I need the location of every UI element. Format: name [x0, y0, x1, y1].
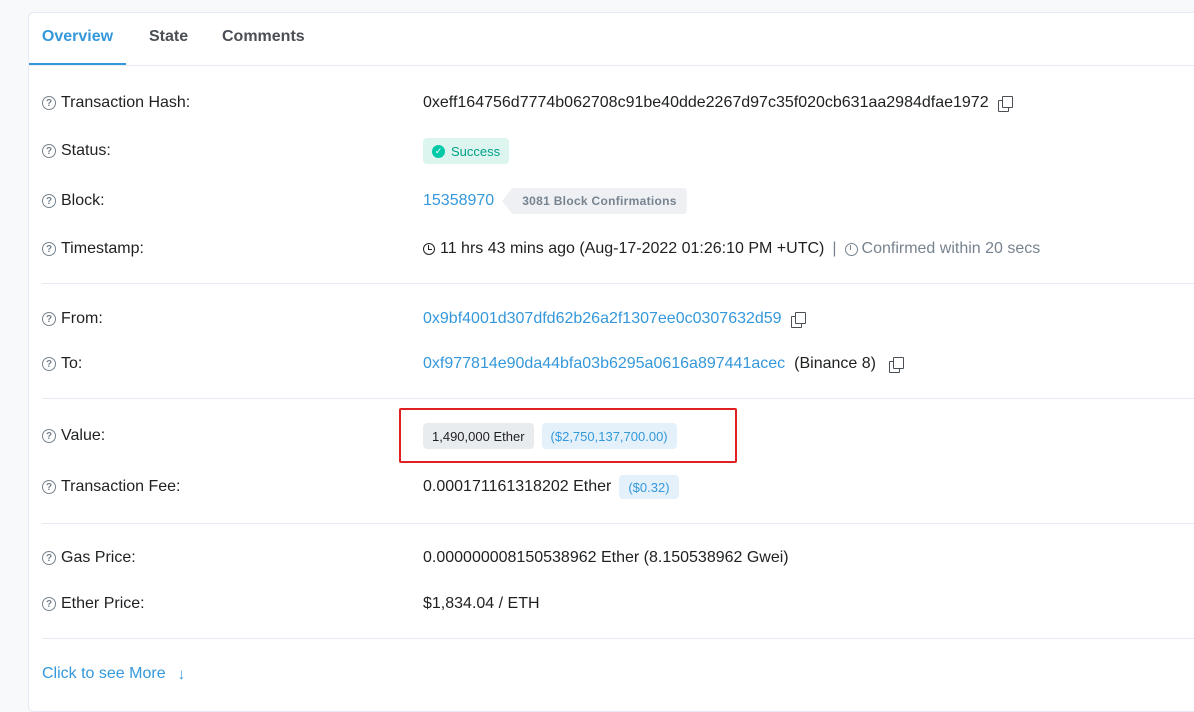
from-address-link[interactable]: 0x9bf4001d307dfd62b26a2f1307ee0c0307632d… [423, 310, 782, 328]
to-address-name: (Binance 8) [794, 355, 876, 372]
row-transaction-hash: ? Transaction Hash: 0xeff164756d7774b062… [29, 88, 1194, 118]
divider [42, 523, 1194, 524]
block-confirmations-badge: 3081 Block Confirmations [502, 188, 687, 214]
red-highlight-box [399, 408, 737, 463]
row-to: ? To: 0xf977814e90da44bfa03b6295a0616a89… [29, 349, 1194, 379]
question-circle-icon[interactable]: ? [42, 144, 56, 158]
to-address-link[interactable]: 0xf977814e90da44bfa03b6295a0616a897441ac… [423, 355, 785, 373]
question-circle-icon[interactable]: ? [42, 312, 56, 326]
row-gas-price: ? Gas Price: 0.000000008150538962 Ether … [29, 543, 1194, 573]
gas-price-label: Gas Price: [61, 549, 136, 566]
timestamp-label: Timestamp: [61, 240, 144, 257]
see-more-link[interactable]: Click to see More ↓ [42, 661, 185, 687]
ether-price-label: Ether Price: [61, 595, 145, 612]
tab-state[interactable]: State [149, 13, 188, 63]
from-label: From: [61, 310, 103, 327]
question-circle-icon[interactable]: ? [42, 597, 56, 611]
row-ether-price: ? Ether Price: $1,834.04 / ETH [29, 589, 1194, 619]
question-circle-icon[interactable]: ? [42, 480, 56, 494]
question-circle-icon[interactable]: ? [42, 357, 56, 371]
value-label: Value: [61, 427, 106, 444]
block-number-link[interactable]: 15358970 [423, 192, 494, 210]
divider [42, 638, 1194, 639]
row-transaction-fee: ? Transaction Fee: 0.000171161318202 Eth… [29, 472, 1194, 502]
arrow-down-icon: ↓ [177, 665, 186, 683]
transaction-hash-label: Transaction Hash: [61, 94, 191, 111]
timestamp-separator: | [832, 240, 837, 257]
question-circle-icon[interactable]: ? [42, 194, 56, 208]
row-timestamp: ? Timestamp: 11 hrs 43 mins ago (Aug-17-… [29, 234, 1194, 264]
block-label: Block: [61, 192, 105, 209]
transaction-fee-label: Transaction Fee: [61, 478, 181, 495]
confirmed-within-text: Confirmed within 20 secs [861, 240, 1041, 257]
status-label: Status: [61, 142, 111, 159]
check-circle-icon: ✓ [432, 144, 445, 158]
tab-overview[interactable]: Overview [29, 13, 126, 65]
clock-icon [423, 243, 435, 255]
question-circle-icon[interactable]: ? [42, 242, 56, 256]
transaction-fee-value: 0.000171161318202 Ether [423, 478, 612, 495]
divider [42, 283, 1194, 284]
copy-icon[interactable] [997, 95, 1013, 112]
transaction-hash-value: 0xeff164756d7774b062708c91be40dde2267d97… [423, 94, 989, 111]
to-label: To: [61, 355, 83, 372]
status-value: Success [451, 143, 501, 159]
see-more-label: Click to see More [42, 665, 166, 682]
timestamp-value: 11 hrs 43 mins ago (Aug-17-2022 01:26:10… [440, 240, 825, 257]
question-circle-icon[interactable]: ? [42, 96, 56, 110]
question-circle-icon[interactable]: ? [42, 551, 56, 565]
transaction-details-card: Overview State Comments ? Transaction Ha… [28, 12, 1194, 712]
question-circle-icon[interactable]: ? [42, 429, 56, 443]
tab-bar: Overview State Comments [29, 13, 1194, 66]
row-block: ? Block: 15358970 3081 Block Confirmatio… [29, 186, 1194, 216]
row-from: ? From: 0x9bf4001d307dfd62b26a2f1307ee0c… [29, 304, 1194, 334]
stopwatch-icon [844, 242, 858, 256]
status-badge: ✓ Success [423, 138, 510, 164]
ether-price-value: $1,834.04 / ETH [423, 595, 540, 612]
transaction-fee-usd-badge: ($0.32) [619, 475, 679, 499]
copy-icon[interactable] [790, 311, 806, 328]
gas-price-value: 0.000000008150538962 Ether (8.150538962 … [423, 549, 789, 566]
row-status: ? Status: ✓ Success [29, 136, 1194, 166]
copy-icon[interactable] [888, 356, 904, 373]
divider [42, 398, 1194, 399]
tab-comments[interactable]: Comments [222, 13, 305, 63]
